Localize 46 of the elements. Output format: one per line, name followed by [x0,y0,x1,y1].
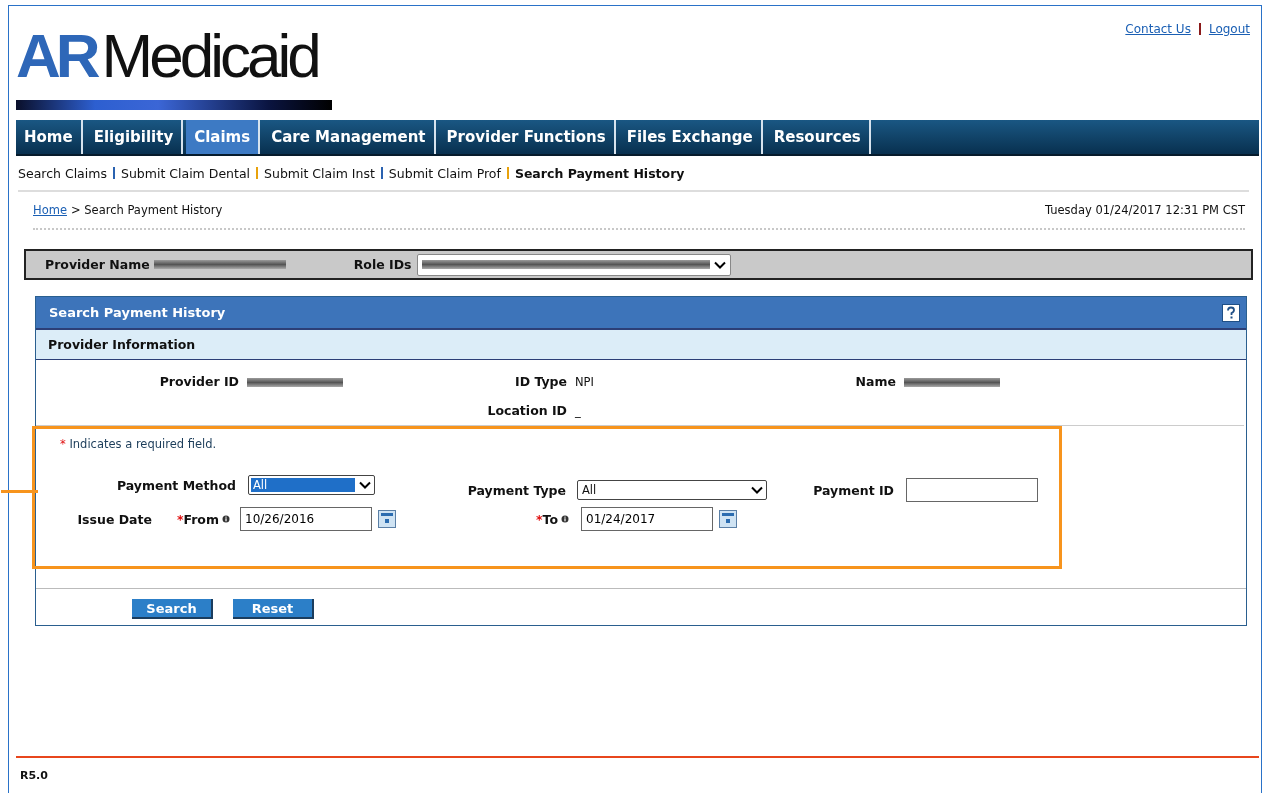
breadcrumb-link[interactable]: Home [33,203,67,217]
section-title: Provider Information [48,337,196,352]
field-label: Provider Name [45,257,150,272]
field-label: Issue Date [76,511,152,527]
field-label: *To [536,511,558,527]
panel-title: Search Payment History [49,305,226,320]
info-value: _ [575,403,581,418]
reset-button[interactable]: Reset [233,599,314,619]
breadcrumb-current: > Search Payment History [70,203,223,217]
calendar-icon[interactable] [378,510,396,528]
field-label: *From [176,511,219,527]
chevron-icon [714,260,727,269]
sub-nav-link[interactable]: Submit Claim Inst [264,165,375,181]
field-label: Payment Type [466,482,566,498]
chevron-icon [751,486,763,494]
required-note: * Indicates a required field. [59,436,218,451]
to-date-field[interactable]: 01/24/2017 [581,507,713,531]
search-button[interactable]: Search [132,599,213,619]
sub-nav-link[interactable]: Submit Claim Prof [388,165,501,181]
info-value: NPI [575,374,594,389]
role-select[interactable] [417,253,732,276]
info-label: Provider ID [158,374,239,389]
field-label: Role IDs [353,257,412,272]
sub-nav-link[interactable]: Search Claims [18,165,107,181]
payment-id-field[interactable] [906,478,1038,502]
logo: ARMedicaid [16,20,346,110]
payment-type-select[interactable]: All [577,480,767,500]
from-date-field[interactable]: 10/26/2016 [240,507,372,531]
field-label: Payment Method [115,477,236,493]
payment-method-select[interactable]: All [248,475,375,495]
top-link[interactable]: Contact Us [1125,22,1191,36]
help-icon[interactable] [1222,303,1240,322]
info-icon [561,515,569,523]
info-icon [222,515,230,523]
nav-tab[interactable]: Claims [186,120,261,154]
top-link[interactable]: Logout [1208,22,1250,36]
field-label: Payment ID [812,482,894,498]
info-label: Location ID [486,403,567,418]
sub-nav-link[interactable]: Submit Claim Dental [120,165,251,181]
info-label: ID Type [514,374,567,389]
info-label: Name [854,374,896,389]
chevron-icon [359,481,371,489]
date-time: Tuesday 01/24/2017 12:31 PM CST [1044,203,1245,217]
calendar-icon[interactable] [719,510,737,528]
sub-nav-link[interactable]: Search Payment History [514,165,685,181]
version-label: R5.0 [20,769,48,782]
